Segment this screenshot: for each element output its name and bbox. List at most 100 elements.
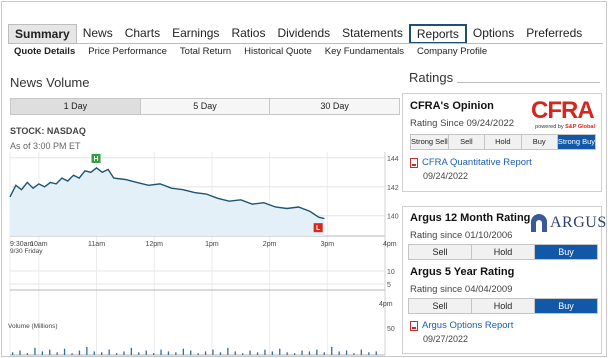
tab-summary[interactable]: Summary — [8, 24, 77, 44]
tab-dividends[interactable]: Dividends — [271, 24, 336, 44]
time-tick-label: 3pm — [320, 241, 334, 248]
volume-bar — [375, 351, 377, 355]
volume-bar — [227, 347, 229, 355]
argus-report-date: 09/27/2022 — [423, 334, 469, 344]
news-volume-chart: 144142140 9:30am10am 11am 12pm 1pm 2pm 3pm 4pm… — [8, 152, 399, 356]
cfra-logo-sub: powered by S&P Global — [535, 124, 595, 130]
time-axis-labels: 9:30am10am 11am 12pm 1pm 2pm 3pm 4pm9/30 Frida… — [10, 241, 397, 255]
argus-5y-scale: Sell Hold Buy — [408, 298, 598, 314]
tab-reports[interactable]: Reports — [408, 24, 467, 44]
tab-divider — [8, 43, 603, 44]
time-tick-label: 1pm — [205, 241, 219, 248]
price-area-fill — [10, 167, 325, 236]
volume-bar — [197, 353, 199, 355]
volume-bar — [175, 352, 177, 355]
tab-news[interactable]: News — [77, 24, 119, 44]
volume-right-label: 50 — [387, 326, 395, 333]
time-sub-label: 9/30 Friday — [10, 248, 43, 255]
volume-bar — [182, 348, 184, 355]
pdf-icon — [410, 320, 418, 331]
subtab-quote-details[interactable]: Quote Details — [14, 46, 75, 57]
cfra-rating-since: Rating Since 09/24/2022 — [410, 118, 515, 129]
range-5-day[interactable]: 5 Day — [140, 99, 271, 114]
argus-report-label[interactable]: Argus Options Report — [422, 320, 513, 331]
range-1-day[interactable]: 1 Day — [11, 99, 141, 114]
argus-12m-sell[interactable]: Sell — [409, 245, 472, 259]
subtab-key-fundamentals[interactable]: Key Fundamentals — [325, 46, 404, 57]
volume-bar — [212, 349, 214, 355]
subtab-price-performance[interactable]: Price Performance — [88, 46, 167, 57]
subtab-historical-quote[interactable]: Historical Quote — [244, 46, 312, 57]
volume-bar — [234, 351, 236, 355]
volume-label: Volume (Millions) — [8, 323, 58, 330]
volume-bar — [323, 352, 325, 355]
quote-frame: Summary News Charts Earnings Ratios Divi… — [1, 1, 607, 357]
cfra-hold[interactable]: Hold — [485, 135, 522, 149]
volume-bar — [331, 346, 333, 355]
pdf-icon — [410, 157, 418, 168]
volume-bar — [49, 349, 51, 355]
main-tabs: Summary News Charts Earnings Ratios Divi… — [8, 24, 588, 44]
subtab-total-return[interactable]: Total Return — [180, 46, 231, 57]
tab-earnings[interactable]: Earnings — [166, 24, 225, 44]
cfra-report-link[interactable]: CFRA Quantitative Report — [410, 157, 532, 168]
argus-report-link[interactable]: Argus Options Report — [410, 320, 513, 331]
volume-bar — [353, 353, 355, 355]
volume-bar — [242, 353, 244, 355]
price-tick-label: 142 — [387, 185, 399, 192]
time-tick-label: 10am — [30, 241, 48, 248]
argus-5y-title: Argus 5 Year Rating — [410, 266, 515, 278]
volume-bar — [153, 353, 155, 355]
volume-bar — [264, 349, 266, 355]
argus-5y-hold[interactable]: Hold — [472, 299, 535, 313]
volume-bar — [294, 353, 296, 355]
cfra-report-label[interactable]: CFRA Quantitative Report — [422, 157, 532, 168]
volume-bar — [145, 350, 147, 355]
volume-bar — [279, 348, 281, 355]
volume-bar — [130, 347, 132, 355]
volume-bar — [256, 352, 259, 355]
argus-5y-buy[interactable]: Buy — [535, 299, 597, 313]
volume-bar — [204, 351, 207, 355]
subtab-company-profile[interactable]: Company Profile — [417, 46, 487, 57]
time-tick-label: 4pm — [383, 241, 397, 248]
price-axis-labels: 144 142 140 — [387, 156, 399, 221]
argus-12m-buy[interactable]: Buy — [535, 245, 597, 259]
volume-bar — [316, 349, 318, 355]
tab-charts[interactable]: Charts — [119, 24, 166, 44]
volume-bar — [41, 351, 43, 355]
cfra-report-date: 09/24/2022 — [423, 171, 469, 181]
volume-bar — [19, 350, 21, 355]
cfra-strong-buy[interactable]: Strong Buy — [557, 135, 596, 149]
volume-bar — [345, 350, 348, 355]
volume-bar — [271, 351, 273, 355]
tab-options[interactable]: Options — [467, 24, 520, 44]
volume-bar — [138, 352, 140, 355]
stock-exchange: STOCK: NASDAQ — [10, 126, 86, 136]
volume-bar — [160, 349, 162, 355]
cfra-sell[interactable]: Sell — [448, 135, 486, 149]
volume-panel: 10 5 4pm Volume (Millions) 50 — [8, 269, 395, 356]
volume-bar — [108, 349, 110, 355]
volume-bar — [12, 352, 14, 355]
argus-12m-since: Rating since 01/10/2006 — [410, 230, 513, 241]
tab-preferreds[interactable]: Preferreds — [520, 24, 588, 44]
argus-logo-text: ARGUS — [550, 214, 607, 231]
argus-logo: ARGUS — [531, 214, 607, 232]
argus-5y-sell[interactable]: Sell — [409, 299, 472, 313]
volume-bar — [338, 351, 340, 355]
volume-bar — [93, 351, 95, 355]
cfra-buy[interactable]: Buy — [521, 135, 558, 149]
cfra-logo-text: CFRA — [531, 97, 595, 124]
volume-bar — [360, 349, 362, 355]
cfra-logo: CFRA powered by S&P Global — [531, 99, 597, 133]
range-30-day[interactable]: 30 Day — [270, 99, 400, 114]
high-marker-label: H — [94, 156, 99, 163]
time-tick-label: 11am — [88, 241, 105, 248]
tab-statements[interactable]: Statements — [336, 24, 409, 44]
time-tick-label: 12pm — [145, 241, 163, 248]
argus-12m-hold[interactable]: Hold — [472, 245, 535, 259]
cfra-strong-sell[interactable]: Strong Sell — [411, 135, 449, 149]
tab-ratios[interactable]: Ratios — [225, 24, 271, 44]
volume-tick-label: 5 — [387, 282, 391, 289]
